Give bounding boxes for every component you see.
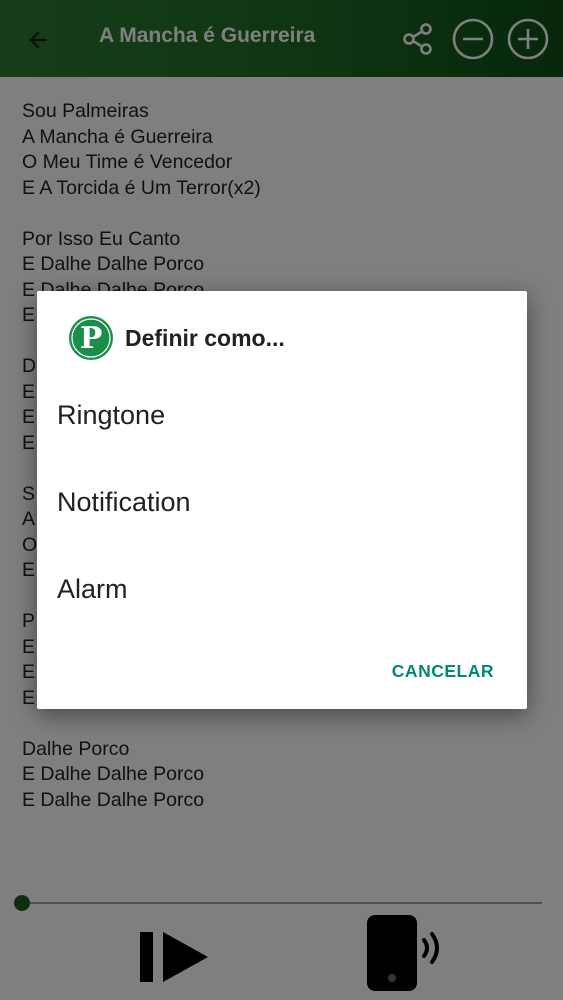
cancel-button[interactable]: CANCELAR: [392, 661, 494, 682]
dialog-title: Definir como...: [125, 325, 285, 351]
option-alarm[interactable]: Alarm: [37, 549, 527, 629]
screen: A Mancha é Guerreira: [0, 0, 563, 1000]
option-ringtone[interactable]: Ringtone: [37, 375, 527, 455]
logo-letter: P: [80, 321, 103, 356]
option-notification[interactable]: Notification: [37, 462, 527, 542]
set-as-dialog: P Definir como... Ringtone Notification …: [37, 291, 527, 709]
palmeiras-p-logo: P: [69, 316, 113, 360]
